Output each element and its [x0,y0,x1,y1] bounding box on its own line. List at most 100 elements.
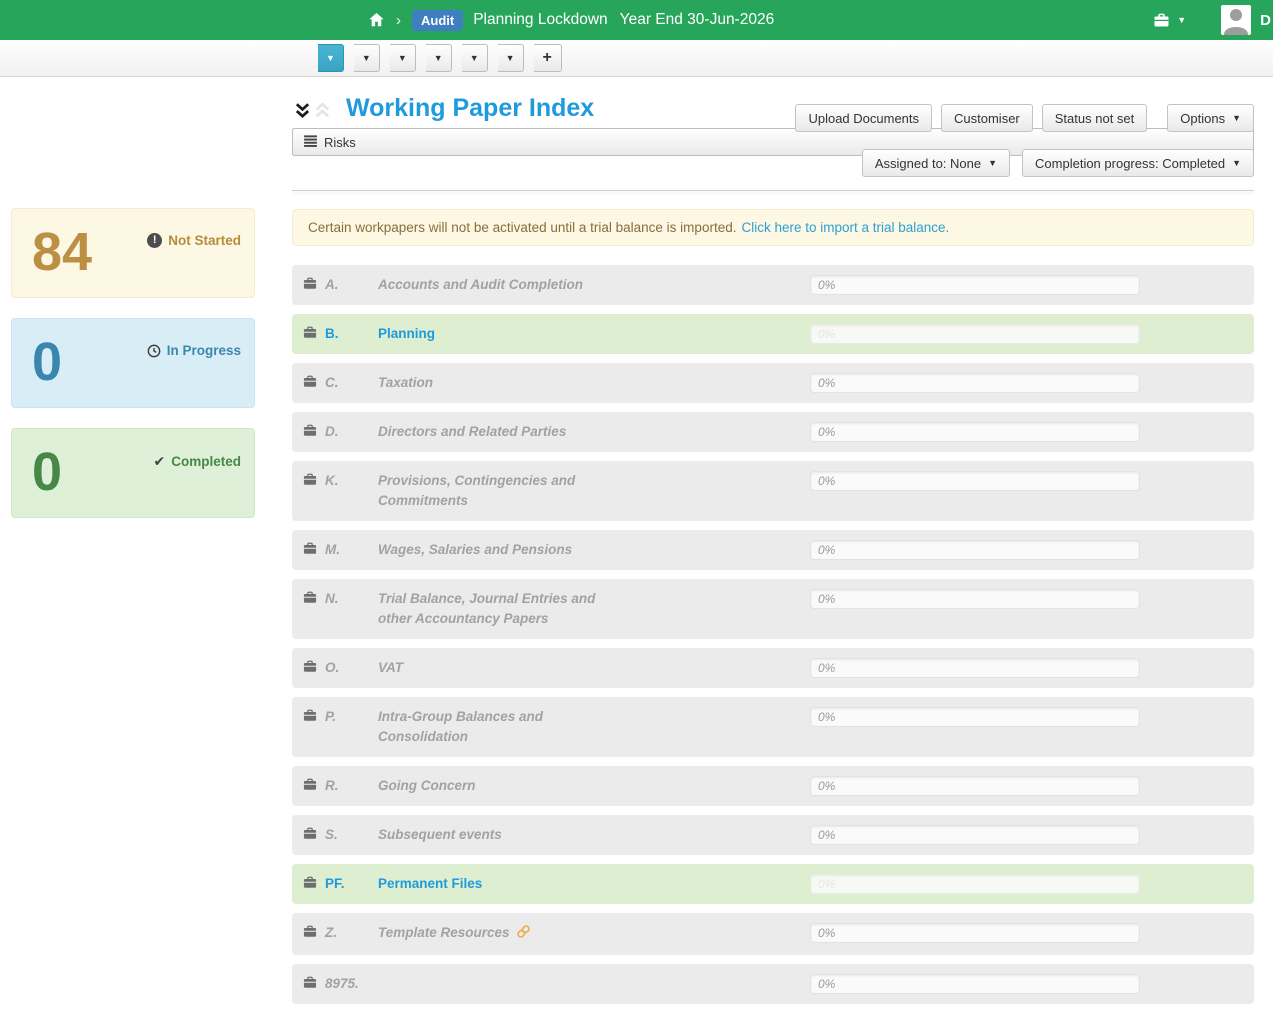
completion-progress-dropdown[interactable]: Completion progress: Completed ▼ [1022,149,1254,177]
options-dropdown[interactable]: Options ▼ [1167,104,1254,132]
assigned-to-dropdown[interactable]: Assigned to: None ▼ [862,149,1010,177]
section-row-s: S. Subsequent events 0% [292,815,1254,855]
briefcase-icon [303,709,317,727]
section-row-o: O. VAT 0% [292,648,1254,688]
chevron-down-icon: ▼ [988,159,997,168]
journal-entries-dropdown-toggle[interactable]: ▼ [462,44,488,72]
progress-bar: 0% [810,707,1140,727]
progress-bar: 0% [810,776,1140,796]
briefcase-icon [303,424,317,442]
briefcase-icon [303,542,317,560]
workflow-button-group: Workflow ▼ [390,44,416,72]
engagements-menu[interactable]: ▼ [1153,13,1186,28]
engagement-title: Planning Lockdown [473,11,607,29]
wpi-dropdown-toggle[interactable]: ▼ [354,44,380,72]
status-summary: 84 ! Not Started 0 In Progress 0 ✔ Compl… [11,208,255,518]
collapse-all-icon[interactable] [294,102,311,119]
completed-card[interactable]: 0 ✔ Completed [11,428,255,518]
progress-bar: 0% [810,825,1140,845]
section-row-n: N. Trial Balance, Journal Entries and ot… [292,579,1254,639]
chevron-down-icon: ▼ [1177,16,1186,25]
user-name: D [1260,12,1271,29]
not-started-label: Not Started [168,233,241,248]
section-row-r: R. Going Concern 0% [292,766,1254,806]
review-points-dropdown-toggle[interactable]: ▼ [498,44,524,72]
avatar[interactable] [1221,5,1251,35]
page: › Audit Planning Lockdown Year End 30-Ju… [0,0,1273,1017]
workflow-dropdown-toggle[interactable]: ▼ [390,44,416,72]
chevron-down-icon: ▼ [398,54,407,63]
briefcase-icon [1153,13,1170,28]
in-progress-card[interactable]: 0 In Progress [11,318,255,408]
progress-bar: 0% [810,275,1140,295]
section-row-8975: 8975. 0% [292,964,1254,1004]
alert-text: Certain workpapers will not be activated… [308,220,736,235]
briefcase-icon [303,277,317,295]
topbar-right: ▼ D [1153,0,1271,40]
wpi-button-group: Working Paper Index ▼ [354,44,380,72]
trial-balance-button-group: T Trial Balance ▼ [426,44,452,72]
customiser-button[interactable]: Customiser [941,104,1033,132]
section-row-pf[interactable]: PF. Permanent Files 0% [292,864,1254,904]
briefcase-icon [303,876,317,894]
progress-bar: 0% [810,324,1140,344]
home-icon[interactable] [368,12,385,28]
page-actions: Upload Documents Customiser Status not s… [795,104,1254,132]
add-tab-button[interactable]: + [534,44,562,72]
section-row-z: Z. Template Resources 0% [292,913,1254,955]
section-row-p: P. Intra-Group Balances and Consolidatio… [292,697,1254,757]
progress-bar: 0% [810,422,1140,442]
progress-bar: 0% [810,540,1140,560]
progress-bar: 0% [810,874,1140,894]
chevron-down-icon: ▼ [1232,159,1241,168]
briefcase-icon [303,473,317,491]
import-trial-balance-link[interactable]: Click here to import a trial balance. [741,220,949,235]
trial-balance-alert: Certain workpapers will not be activated… [292,209,1254,246]
audit-badge: Audit [412,10,463,31]
in-progress-label: In Progress [167,343,241,358]
section-row-b[interactable]: B. Planning 0% [292,314,1254,354]
main-content: Working Paper Index Upload Documents Cus… [292,88,1254,1004]
section-row-a: A. Accounts and Audit Completion 0% [292,265,1254,305]
section-row-k: K. Provisions, Contingencies and Commitm… [292,461,1254,521]
expand-all-icon[interactable] [314,102,331,119]
briefcase-icon [303,827,317,845]
file-dropdown-toggle[interactable]: ▼ [318,44,344,72]
progress-bar: 0% [810,974,1140,994]
chevron-down-icon: ▼ [362,54,371,63]
not-started-count: 84 [32,223,92,282]
section-link[interactable]: Planning [378,324,435,344]
completed-label: Completed [171,454,241,469]
status-not-set-button[interactable]: Status not set [1042,104,1148,132]
chevron-down-icon: ▼ [506,54,515,63]
briefcase-icon [303,375,317,393]
chevron-down-icon: ▼ [326,54,335,63]
breadcrumb-separator-icon: › [396,12,401,29]
file-button-group: File ▼ [318,44,344,72]
chevron-down-icon: ▼ [1232,114,1241,123]
filters-row: Assigned to: None ▼ Completion progress:… [292,146,1254,190]
journal-entries-button-group: Journal Entries ▼ [462,44,488,72]
progress-bar: 0% [810,471,1140,491]
check-icon: ✔ [154,453,166,470]
briefcase-icon [303,925,317,943]
risks-button-group: Risks + [534,44,562,72]
trial-balance-dropdown-toggle[interactable]: ▼ [426,44,452,72]
section-list: A. Accounts and Audit Completion 0% B. P… [292,265,1254,1004]
exclamation-circle-icon: ! [147,233,162,248]
clock-icon [147,344,161,358]
divider [292,190,1254,191]
section-link[interactable]: Permanent Files [378,874,482,894]
section-row-c: C. Taxation 0% [292,363,1254,403]
completed-count: 0 [32,443,62,502]
top-header: › Audit Planning Lockdown Year End 30-Ju… [0,0,1273,40]
review-points-button-group: Review Points ▼ [498,44,524,72]
not-started-card[interactable]: 84 ! Not Started [11,208,255,298]
link-icon [516,924,531,945]
toolbar: File ▼ Working Paper Index ▼ Workflow ▼ [0,40,1273,77]
section-row-m: M. Wages, Salaries and Pensions 0% [292,530,1254,570]
briefcase-icon [303,778,317,796]
upload-documents-button[interactable]: Upload Documents [795,104,932,132]
progress-bar: 0% [810,923,1140,943]
chevron-down-icon: ▼ [470,54,479,63]
